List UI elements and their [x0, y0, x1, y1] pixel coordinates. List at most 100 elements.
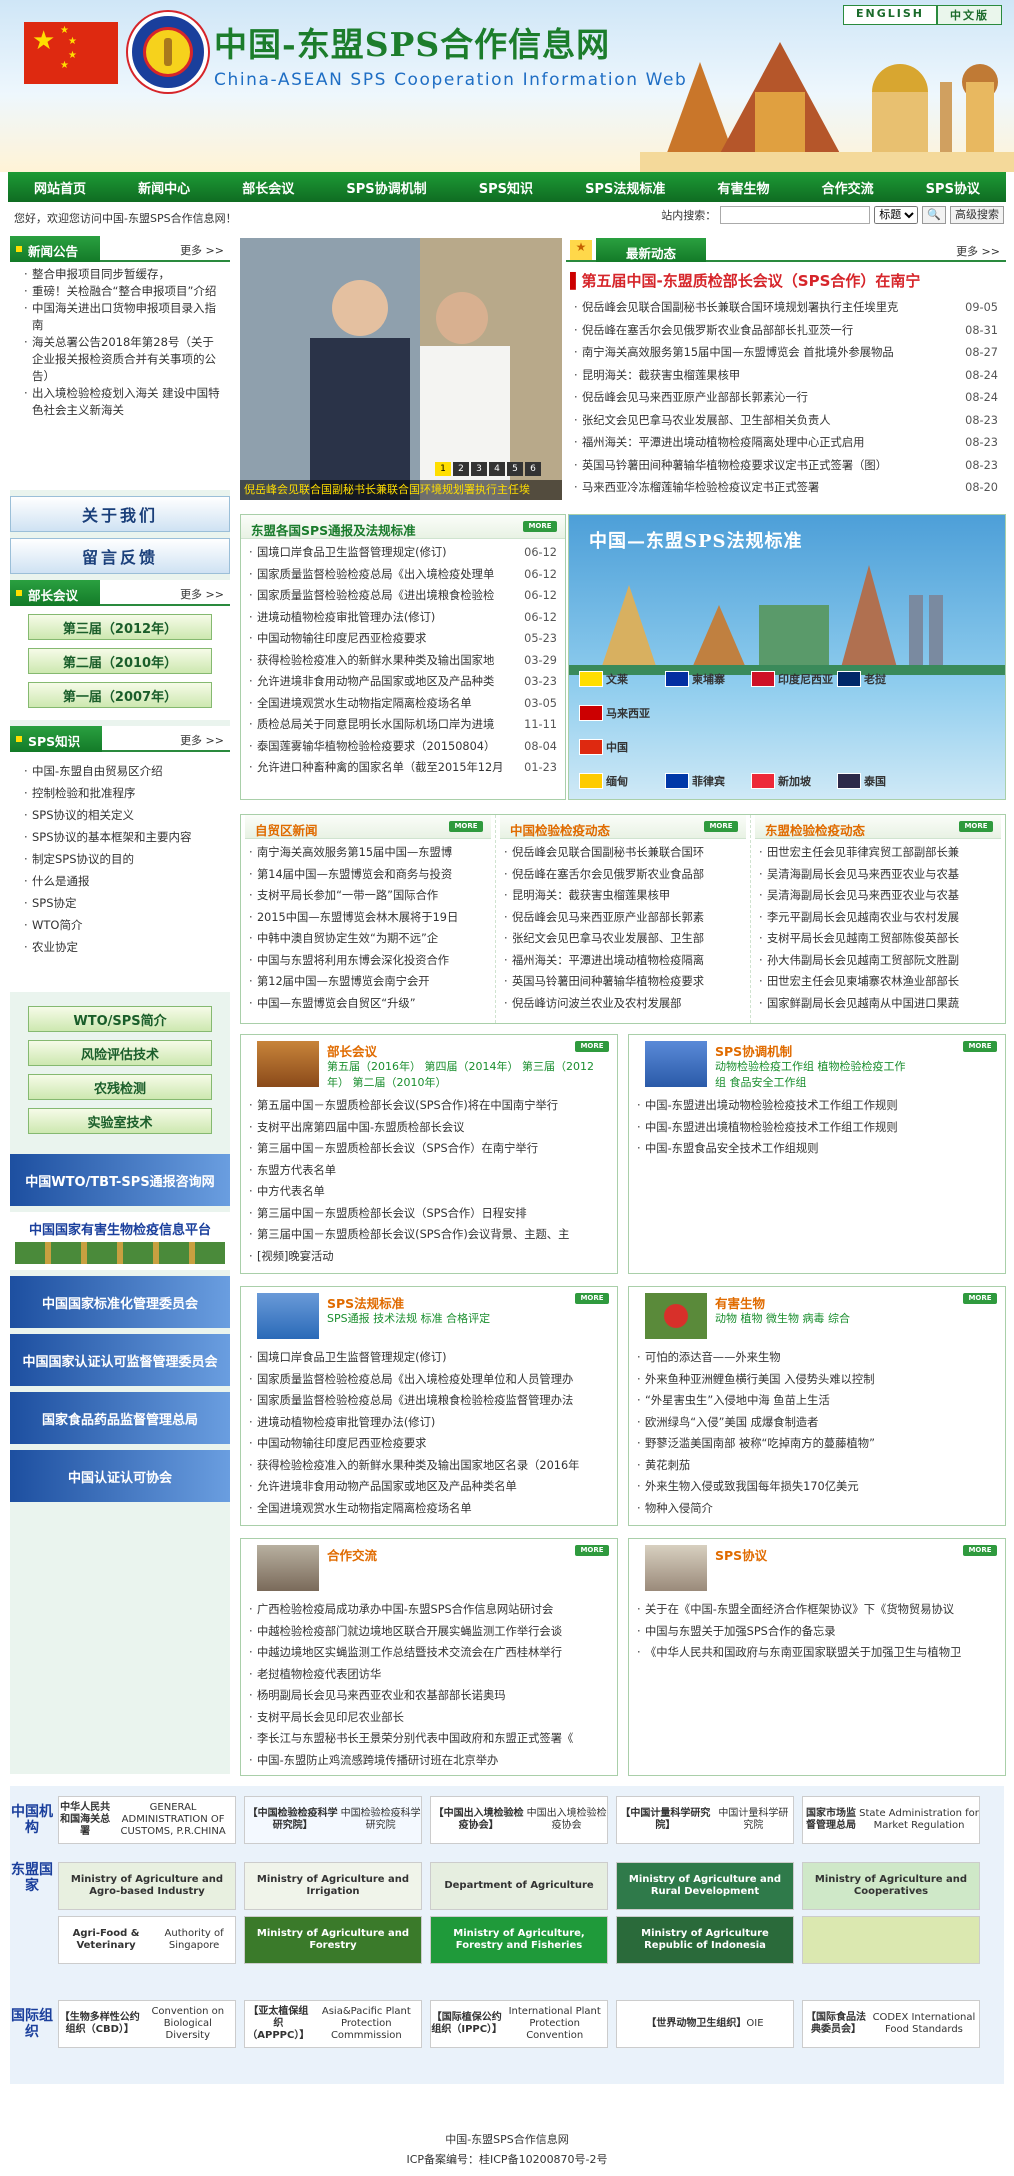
news-item[interactable]: 获得检验检疫准入的新鲜水果种类及输出国家地 03-29 [249, 650, 557, 672]
notice-item[interactable]: 重磅！关检融合“整合申报项目”介绍 [24, 283, 224, 300]
news-item[interactable]: 国家质量监督检验检疫总局《出入境检疫处理单 06-12 [249, 564, 557, 586]
sps-knowledge-item[interactable]: SPS协定 [24, 892, 224, 914]
slide-page-button[interactable]: 4 [489, 462, 505, 476]
notice-item[interactable]: 出入境检验检疫划入海关 建设中国特色社会主义新海关 [24, 385, 224, 419]
news-item[interactable]: 李元平副局长会见越南农业与农村发展 [759, 907, 997, 929]
sps-knowledge-item[interactable]: 什么是通报 [24, 870, 224, 892]
news-item[interactable]: 野蓼泛滥美国南部 被称“吃掉南方的蔓藤植物” [637, 1433, 997, 1455]
notice-item[interactable]: 整合申报项目同步暂缓存， [24, 266, 224, 283]
trio-more-button[interactable]: MORE [449, 821, 483, 832]
org-logo-link[interactable]: Department of Agriculture [430, 1862, 608, 1910]
notify-more-button[interactable]: MORE [523, 521, 557, 532]
news-item[interactable]: 国家质量监督检验检疫总局《进出境粮食检验检疫监督管理办法 [249, 1390, 609, 1412]
trio-more-button[interactable]: MORE [704, 821, 738, 832]
news-item[interactable]: 昆明海关：截获害虫榴莲果核甲 08-24 [574, 365, 998, 388]
country-flag-link[interactable]: 马来西亚 [579, 705, 663, 721]
news-item[interactable]: 张纪文会见巴拿马农业发展部、卫生部 [504, 928, 742, 950]
nav-item-6[interactable]: 有害生物 [717, 178, 769, 197]
country-flag-link[interactable]: 缅甸 [579, 773, 663, 789]
news-item[interactable]: “外星害虫生”入侵地中海 鱼苗上生活 [637, 1390, 997, 1412]
nav-item-2[interactable]: 部长会议 [242, 178, 294, 197]
topic-button[interactable]: WTO/SPS简介 [28, 1006, 212, 1032]
meeting-sublinks[interactable]: 第五届（2016年） 第四届（2014年） 第三届（2012年） 第二届（201… [327, 1059, 607, 1091]
sps-knowledge-item[interactable]: 中国-东盟自由贸易区介绍 [24, 760, 224, 782]
laws-sublinks[interactable]: SPS通报 技术法规 标准 合格评定 [327, 1311, 587, 1327]
news-item[interactable]: 中越检验检疫部门就边境地区联合开展实蝇监测工作举行会谈 [249, 1621, 609, 1643]
news-item[interactable]: 全国进境观赏水生动物指定隔离检疫场名单 03-05 [249, 693, 557, 715]
gov-banner-link[interactable]: 中国国家有害生物检疫信息平台 [10, 1212, 230, 1270]
news-item[interactable]: 中国—东盟博览会自贸区“升级” [249, 993, 487, 1015]
org-logo-link[interactable]: Ministry of Agriculture and Agro-based I… [58, 1862, 236, 1910]
news-item[interactable]: 第五届中国－东盟质检部长会议(SPS合作)将在中国南宁举行 [249, 1095, 609, 1117]
search-icon[interactable]: 🔍 [922, 206, 946, 224]
news-item[interactable]: 允许进口种畜种禽的国家名单（截至2015年12月 01-23 [249, 757, 557, 779]
nav-item-5[interactable]: SPS法规标准 [585, 178, 665, 197]
news-item[interactable]: 进境动植物检疫审批管理办法(修订) [249, 1412, 609, 1434]
org-logo-link[interactable]: 国家市场监督管理总局 State Administration for Marke… [802, 1796, 980, 1844]
pests-more-button[interactable]: MORE [963, 1293, 997, 1304]
news-item[interactable]: 倪岳峰在塞舌尔会见俄罗斯农业食品部 [504, 864, 742, 886]
news-item[interactable]: 物种入侵简介 [637, 1498, 997, 1520]
org-logo-link[interactable]: 【国际食品法典委员会】 CODEX International Food Stan… [802, 2000, 980, 2048]
news-item[interactable]: 质检总局关于同意昆明长水国际机场口岸为进境 11-11 [249, 714, 557, 736]
slideshow-caption[interactable]: 倪岳峰会见联合国副秘书长兼联合国环境规划署执行主任埃 [240, 480, 562, 500]
news-item[interactable]: 黄花刺茄 [637, 1455, 997, 1477]
country-flag-link[interactable]: 文莱 [579, 671, 663, 687]
news-item[interactable]: 老挝植物检疫代表团访华 [249, 1664, 609, 1686]
country-flag-link[interactable]: 中国 [579, 739, 639, 755]
news-item[interactable]: 英国马钤薯田间种薯输华植物检疫要求议定书正式签署（图） 08-23 [574, 455, 998, 478]
country-flag-link[interactable]: 老挝 [837, 671, 921, 687]
topic-button[interactable]: 实验室技术 [28, 1108, 212, 1134]
news-item[interactable]: 支树平局长会见印尼农业部长 [249, 1707, 609, 1729]
org-logo-link[interactable]: 【中国检验检疫科学研究院】 中国检验检疫科学研究院 [244, 1796, 422, 1844]
org-logo-link[interactable]: Ministry of Agriculture, Forestry and Fi… [430, 1916, 608, 1964]
news-item[interactable]: 马来西亚冷冻榴莲输华检验检疫议定书正式签署 08-20 [574, 477, 998, 500]
news-item[interactable]: 中国-东盟防止鸡流感跨境传播研讨班在北京举办 [249, 1750, 609, 1772]
slide-page-button[interactable]: 6 [525, 462, 541, 476]
news-item[interactable]: 国境口岸食品卫生监督管理规定(修订) 06-12 [249, 542, 557, 564]
news-item[interactable]: 欧洲绿鸟“入侵”美国 成爆食制造者 [637, 1412, 997, 1434]
news-item[interactable]: 吴清海副局长会见马来西亚农业与农基 [759, 864, 997, 886]
nav-item-7[interactable]: 合作交流 [822, 178, 874, 197]
news-item[interactable]: 第三届中国－东盟质检部长会议（SPS合作）日程安排 [249, 1203, 609, 1225]
org-logo-link[interactable]: 【国际植保公约组织（IPPC）】 International Plant Prot… [430, 2000, 608, 2048]
news-item[interactable]: 中国动物输往印度尼西亚检疫要求 [249, 1433, 609, 1455]
minister-session-button[interactable]: 第二届（2010年） [28, 648, 212, 674]
news-item[interactable]: 杨明副局长会见马来西亚农业和农基部部长诺奥玛 [249, 1685, 609, 1707]
news-item[interactable]: 倪岳峰在塞舌尔会见俄罗斯农业食品部部长扎亚茨一行 08-31 [574, 320, 998, 343]
org-logo-link[interactable]: 【亚太植保组织（APPPC）】 Asia&Pacific Plant Protec… [244, 2000, 422, 2048]
news-item[interactable]: 支树平局长会见越南工贸部陈俊英部长 [759, 928, 997, 950]
news-item[interactable]: 中越边境地区实蝇监测工作总结暨技术交流会在广西桂林举行 [249, 1642, 609, 1664]
agreement-more-button[interactable]: MORE [963, 1545, 997, 1556]
news-item[interactable]: 支树平局长参加“一带一路”国际合作 [249, 885, 487, 907]
news-item[interactable]: 关于在《中国-东盟全面经济合作框架协议》下《货物贸易协议 [637, 1599, 997, 1621]
news-item[interactable]: 中国-东盟进出境动物检验检疫技术工作组工作规则 [637, 1095, 997, 1117]
news-item[interactable]: 东盟方代表名单 [249, 1160, 609, 1182]
slide-page-button[interactable]: 5 [507, 462, 523, 476]
news-item[interactable]: 英国马铃薯田间种薯输华植物检疫要求 [504, 971, 742, 993]
sps-knowledge-item[interactable]: 制定SPS协议的目的 [24, 848, 224, 870]
news-item[interactable]: 获得检验检疫准入的新鲜水果种类及输出国家地区名录（2016年 [249, 1455, 609, 1477]
news-item[interactable]: 福州海关：平潭进出境动植物检疫隔离 [504, 950, 742, 972]
news-item[interactable]: 广西检验检疫局成功承办中国-东盟SPS合作信息网站研讨会 [249, 1599, 609, 1621]
gov-banner-link[interactable]: 中国国家标准化管理委员会 [10, 1276, 230, 1328]
news-item[interactable]: 中方代表名单 [249, 1181, 609, 1203]
org-logo-link[interactable]: 中华人民共和国海关总署 GENERAL ADMINISTRATION OF CUS… [58, 1796, 236, 1844]
search-input[interactable] [720, 206, 871, 224]
news-item[interactable]: 张纪文会见巴拿马农业发展部、卫生部相关负责人 08-23 [574, 410, 998, 433]
org-logo-link[interactable]: 【世界动物卫生组织】 OIE [616, 2000, 794, 2048]
news-item[interactable]: 《中华人民共和国政府与东南亚国家联盟关于加强卫生与植物卫 [637, 1642, 997, 1664]
news-item[interactable]: 中国-东盟进出境植物检验检疫技术工作组工作规则 [637, 1117, 997, 1139]
country-flag-link[interactable]: 印度尼西亚 [751, 671, 835, 687]
news-item[interactable]: 福州海关：平潭进出境动植物检疫隔离处理中心正式启用 08-23 [574, 432, 998, 455]
news-slideshow[interactable]: 123456 倪岳峰会见联合国副秘书长兼联合国环境规划署执行主任埃 [240, 238, 562, 500]
news-item[interactable]: 国境口岸食品卫生监督管理规定(修订) [249, 1347, 609, 1369]
search-scope-select[interactable]: 标题 [874, 206, 919, 224]
gov-banner-link[interactable]: 国家食品药品监督管理总局 [10, 1392, 230, 1444]
org-logo-link[interactable]: Ministry of Agriculture Republic of Indo… [616, 1916, 794, 1964]
news-item[interactable]: 倪岳峰会见联合国副秘书长兼联合国环 [504, 842, 742, 864]
news-item[interactable]: [视频]晚宴活动 [249, 1246, 609, 1268]
news-item[interactable]: 进境动植物检疫审批管理办法(修订) 06-12 [249, 607, 557, 629]
mechanism-sublinks[interactable]: 动物检验检疫工作组 植物检验检疫工作组 食品安全工作组 [715, 1059, 915, 1091]
slide-page-button[interactable]: 1 [435, 462, 451, 476]
